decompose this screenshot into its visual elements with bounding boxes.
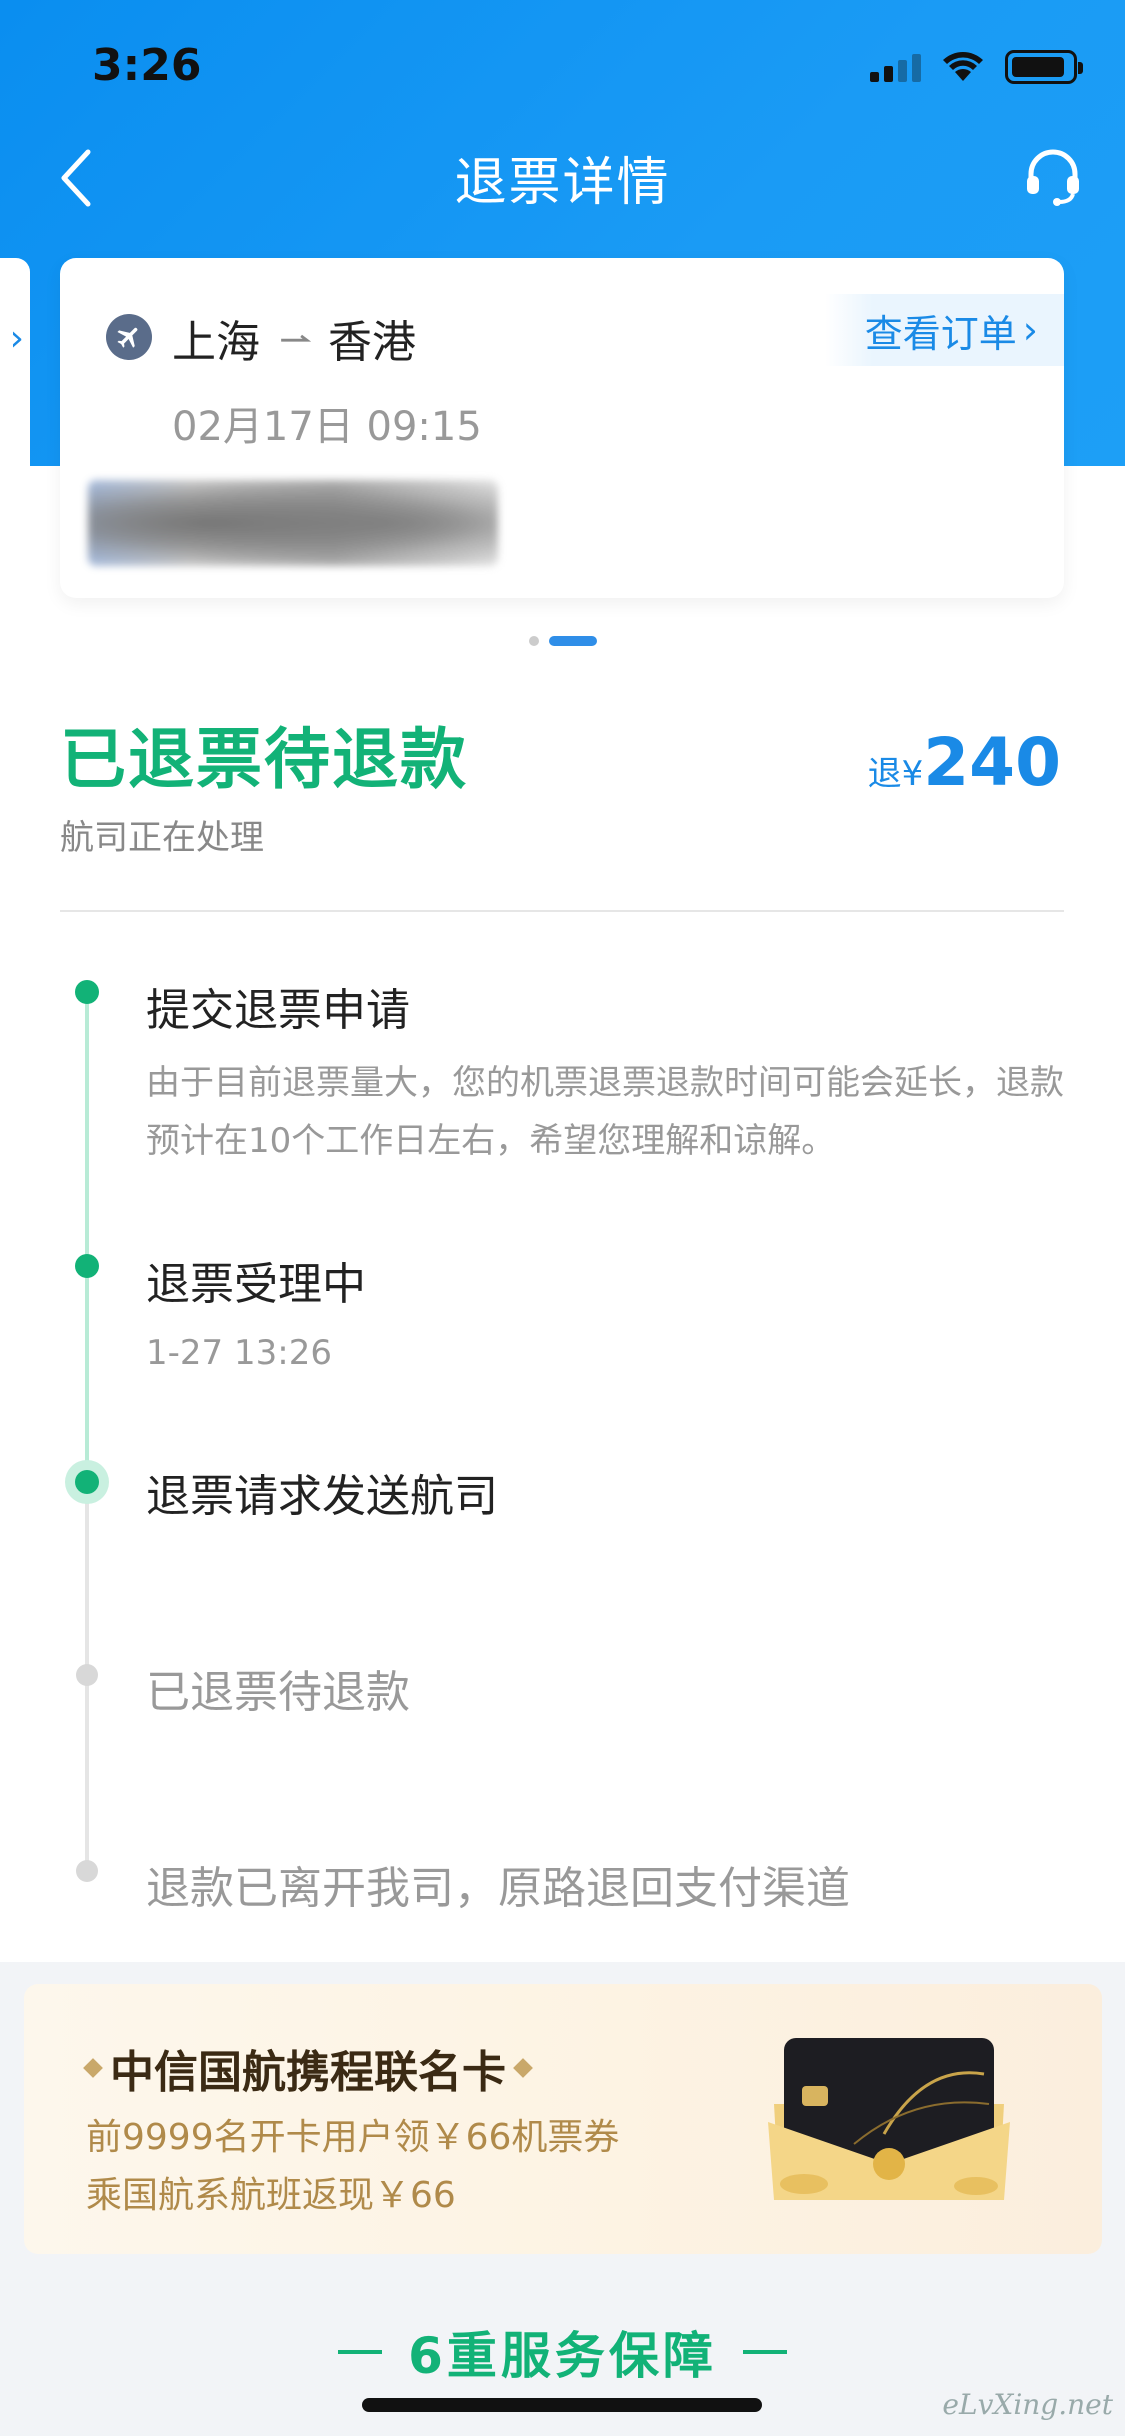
timeline-dot-pending — [76, 1664, 98, 1686]
nav-bar: 退票详情 — [0, 130, 1125, 250]
battery-icon — [1005, 50, 1083, 84]
home-indicator — [362, 2398, 762, 2412]
refund-status-subtitle: 航司正在处理 — [60, 818, 264, 858]
cellular-signal-icon — [870, 52, 921, 82]
carousel-indicator — [0, 636, 1125, 646]
chevron-right-icon: › — [9, 318, 24, 359]
co-brand-card-promo-banner[interactable]: 中信国航携程联名卡 前9999名开卡用户领￥66机票券 乘国航系航班返现￥66 — [24, 1984, 1102, 2254]
customer-service-button[interactable] — [1011, 134, 1095, 218]
watermark: eLvXing.net — [942, 2388, 1113, 2421]
refund-amount: 240 — [923, 724, 1061, 801]
decorative-line — [742, 2350, 787, 2354]
previous-flight-card[interactable]: › — [0, 258, 30, 598]
origin-city: 上海 — [172, 317, 260, 368]
timeline-dot-done — [75, 980, 99, 1004]
carousel-dot-active — [548, 636, 597, 646]
diamond-icon — [513, 2058, 533, 2078]
timeline-step-title: 退票请求发送航司 — [146, 1471, 498, 1522]
route-arrow-icon — [281, 334, 312, 342]
timeline-dot-pending — [76, 1860, 98, 1882]
page-title: 退票详情 — [454, 153, 671, 213]
promo-offer-line: 乘国航系航班返现￥66 — [86, 2175, 456, 2216]
wifi-icon — [943, 52, 983, 81]
promo-title-text: 中信国航携程联名卡 — [110, 2047, 506, 2098]
refund-amount-block: 退¥ 240 — [868, 724, 1061, 801]
diamond-icon — [83, 2058, 103, 2078]
timeline-line-complete — [85, 990, 89, 1482]
promo-title: 中信国航携程联名卡 — [83, 2036, 533, 2100]
divider — [60, 910, 1064, 912]
service-guarantee-title: 6重服务保障 — [408, 2327, 717, 2385]
passenger-info-redacted — [88, 480, 498, 566]
timeline-step-desc: 由于目前退票量大，您的机票退票退款时间可能会延长，退款预计在10个工作日左右，希… — [146, 1063, 1064, 1161]
status-icons — [870, 50, 1083, 84]
timeline-step-time: 1-27 13:26 — [146, 1333, 332, 1373]
flight-datetime: 02月17日 09:15 — [172, 404, 482, 450]
credit-card-illustration-icon — [768, 2038, 1010, 2200]
chevron-right-icon: › — [1022, 308, 1038, 352]
plane-icon — [106, 314, 152, 360]
timeline-step-title: 提交退票申请 — [146, 985, 410, 1036]
decorative-line — [338, 2350, 383, 2354]
flight-card[interactable]: 上海 香港 02月17日 09:15 查看订单 › — [60, 258, 1064, 598]
page: 3:26 退票详情 › 上海 香港 02月17日 09:15 查看订单 › 已退… — [0, 0, 1125, 2436]
status-bar: 3:26 — [0, 0, 1125, 130]
content-background — [0, 466, 1125, 1962]
timeline-dot-current — [75, 1470, 99, 1494]
timeline-step-title: 退款已离开我司，原路退回支付渠道 — [146, 1863, 850, 1914]
timeline-dot-done — [75, 1254, 99, 1278]
timeline-step-title: 退票受理中 — [146, 1259, 366, 1310]
headset-icon — [1027, 149, 1079, 206]
status-time: 3:26 — [92, 40, 202, 91]
destination-city: 香港 — [328, 317, 416, 368]
service-guarantee-header: 6重服务保障 — [0, 2316, 1125, 2388]
flight-route: 上海 香港 — [172, 306, 416, 370]
refund-status-title: 已退票待退款 — [60, 721, 468, 798]
promo-offer-line: 前9999名开卡用户领￥66机票券 — [86, 2117, 620, 2158]
refund-amount-label: 退¥ — [867, 754, 924, 794]
timeline-step-title: 已退票待退款 — [146, 1667, 410, 1718]
carousel-dot — [528, 636, 539, 646]
view-order-label: 查看订单 — [864, 311, 1017, 356]
view-order-link[interactable]: 查看订单 › — [824, 294, 1064, 366]
